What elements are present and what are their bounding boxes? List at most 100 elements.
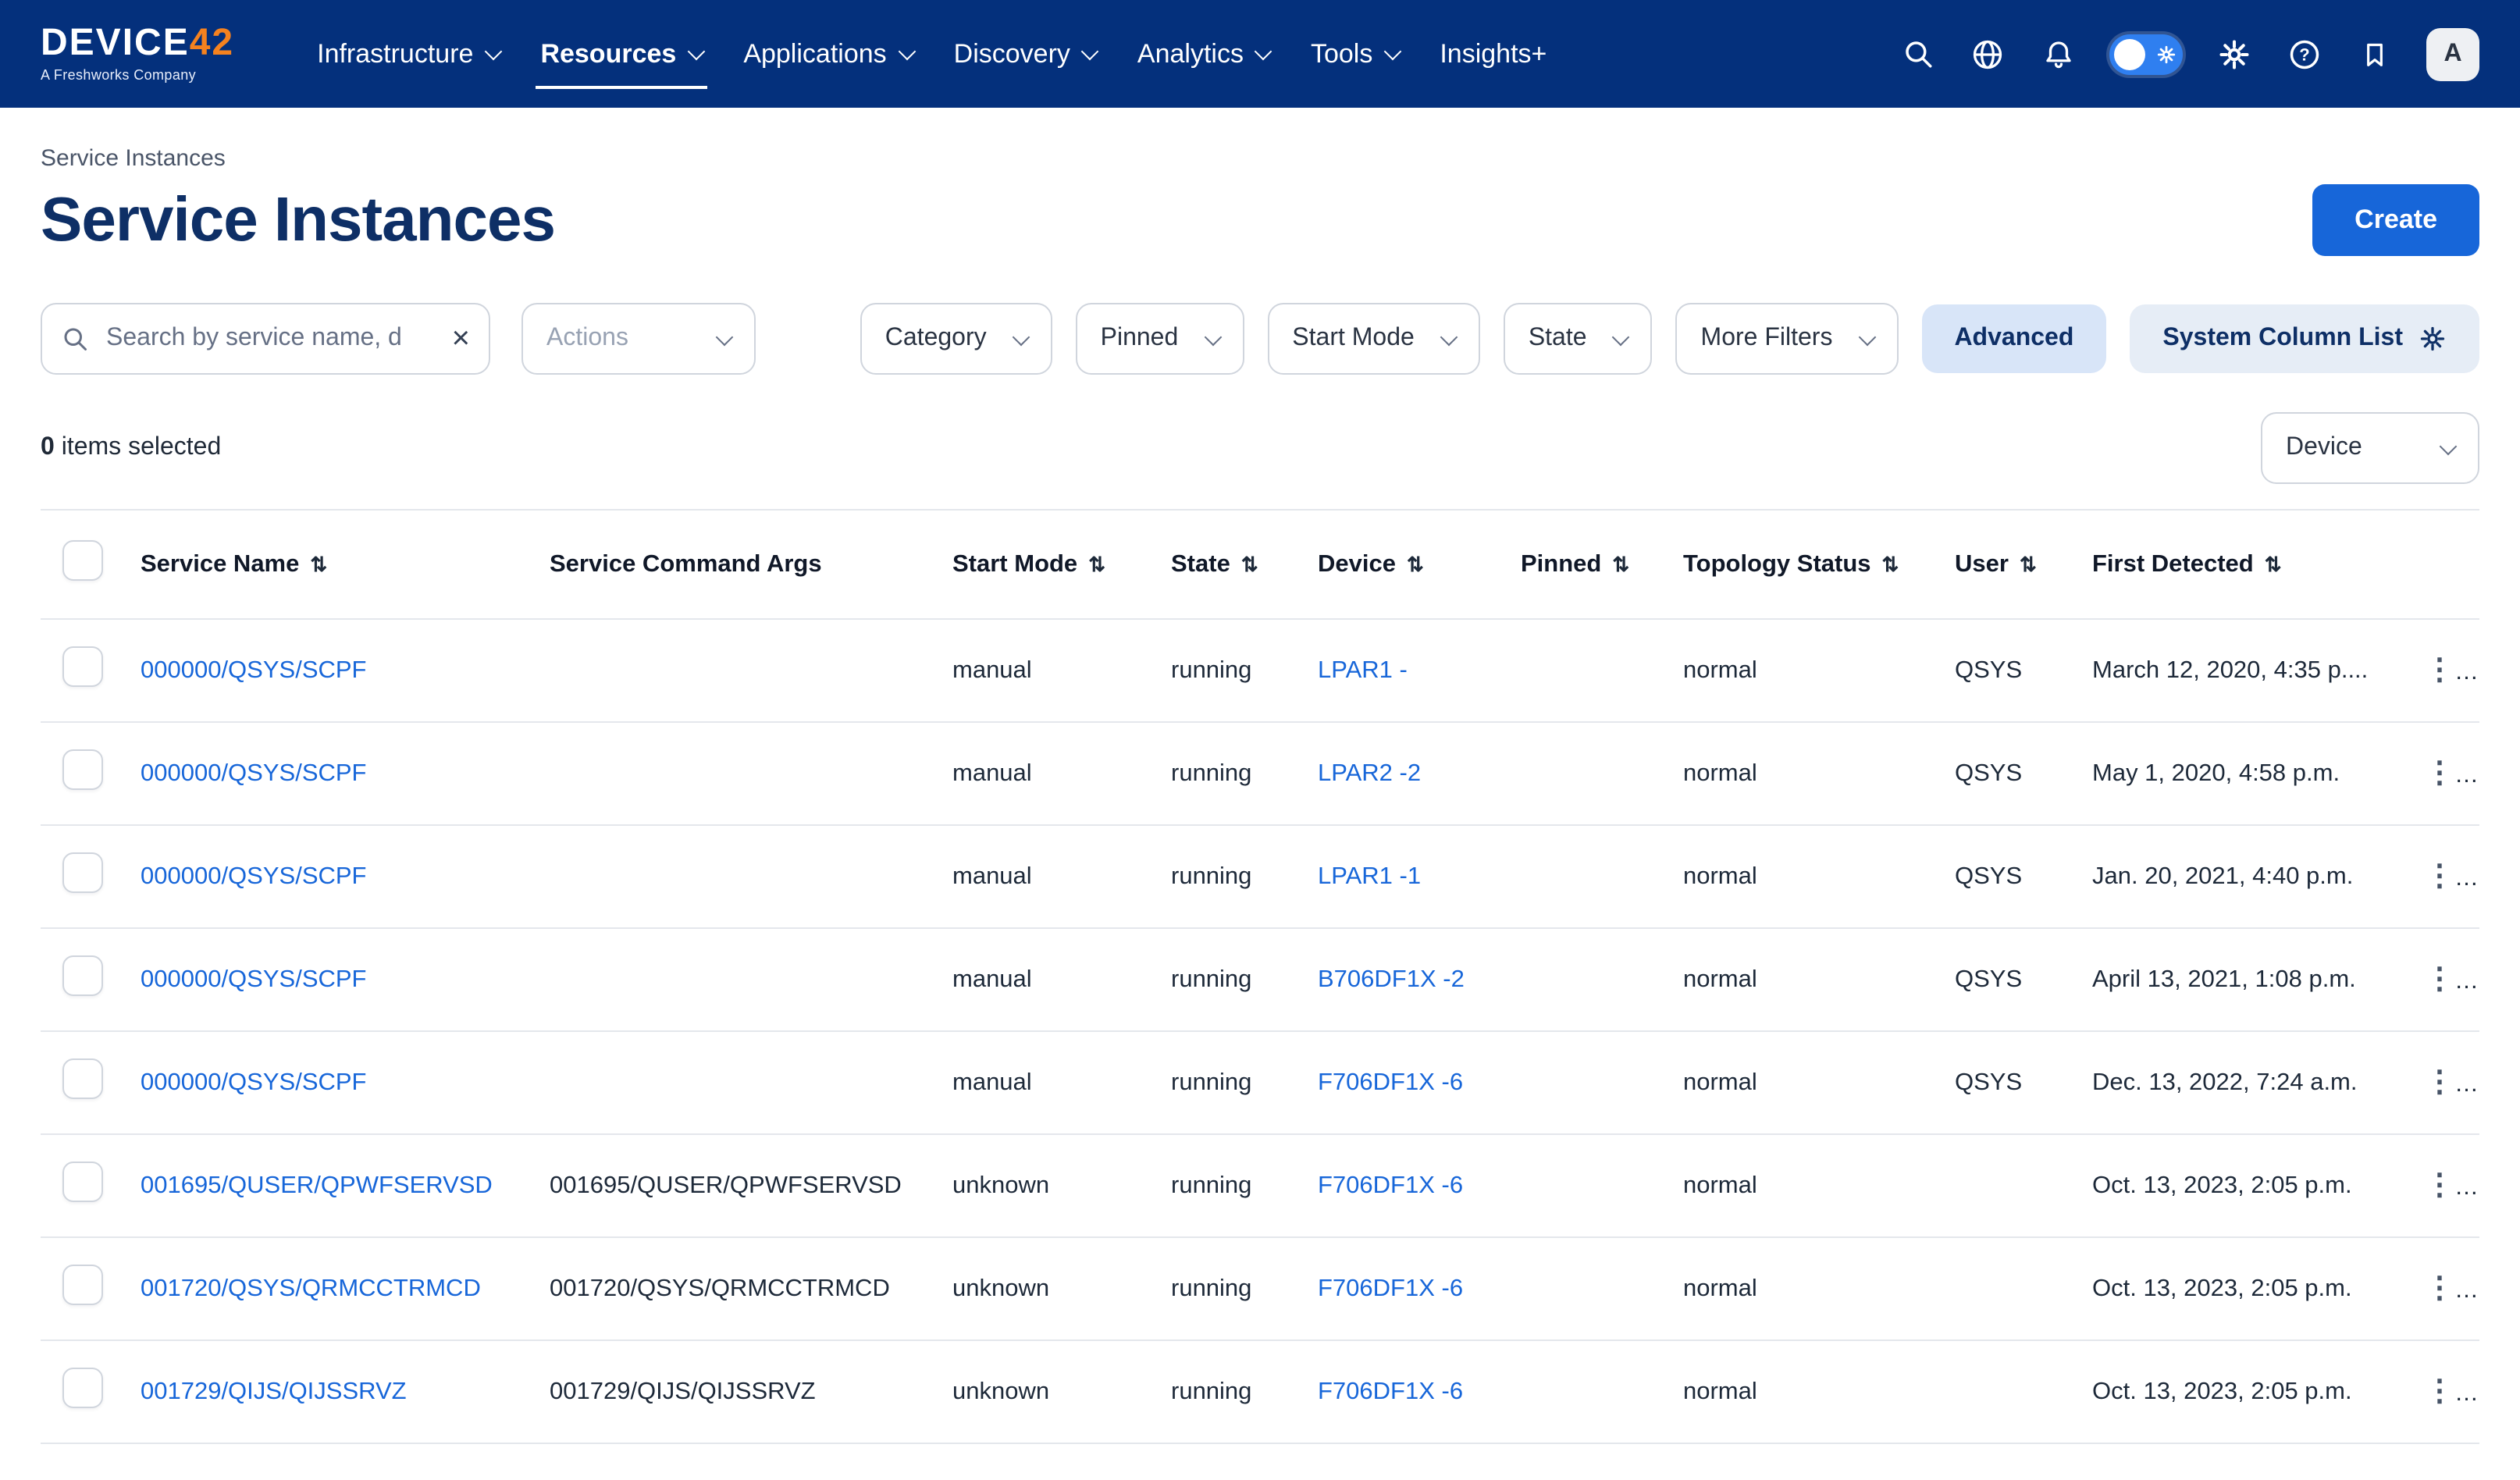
main-nav: Infrastructure Resources Applications Di…	[297, 0, 1567, 108]
table-row: 001695/QUSER/QPWFSERVSD 001695/QUSER/QPW…	[41, 1134, 2479, 1237]
table-row: 000000/QSYS/SCPF manual running LPAR2 -2…	[41, 722, 2479, 825]
service-name-link[interactable]: 000000/QSYS/SCPF	[141, 656, 367, 683]
row-checkbox[interactable]	[62, 852, 103, 893]
create-button[interactable]: Create	[2312, 184, 2479, 256]
help-icon[interactable]: ?	[2286, 35, 2323, 73]
sort-icon[interactable]: ⇅	[1088, 552, 1105, 575]
state-cell: running	[1159, 1237, 1305, 1340]
service-name-link[interactable]: 001695/QUSER/QPWFSERVSD	[141, 1172, 493, 1198]
device-link[interactable]: LPAR2 -2	[1318, 760, 1421, 786]
user-cell: QSYS	[1942, 1031, 2080, 1134]
state-cell: running	[1159, 825, 1305, 928]
search-box[interactable]: ×	[41, 303, 490, 375]
chevron-down-icon	[1858, 329, 1876, 347]
col-first-detected: First Detected⇅	[2080, 510, 2404, 619]
service-name-link[interactable]: 000000/QSYS/SCPF	[141, 1069, 367, 1095]
row-menu-icon[interactable]: ⋮	[2417, 860, 2462, 893]
nav-insights[interactable]: Insights+	[1419, 0, 1567, 108]
device42-logo[interactable]: DEVICE42 A Freshworks Company	[41, 25, 234, 83]
filter-bar: × Actions Category Pinned Start Mode Sta…	[41, 303, 2479, 375]
sort-icon[interactable]: ⇅	[2020, 552, 2037, 575]
device-link[interactable]: F706DF1X -6	[1318, 1378, 1463, 1404]
topology-status-cell: normal	[1671, 619, 1942, 722]
topology-status-cell: normal	[1671, 722, 1942, 825]
nav-discovery[interactable]: Discovery	[934, 0, 1117, 108]
first-detected-cell: Oct. 13, 2023, 2:05 p.m.	[2080, 1340, 2404, 1443]
table-row: 001720/QSYS/QRMCCTRMCD 001720/QSYS/QRMCC…	[41, 1237, 2479, 1340]
device-link[interactable]: LPAR1 -	[1318, 656, 1408, 683]
device-link[interactable]: B706DF1X -2	[1318, 966, 1465, 992]
device-link[interactable]: F706DF1X -6	[1318, 1069, 1463, 1095]
device-link[interactable]: LPAR1 -1	[1318, 863, 1421, 889]
bell-icon[interactable]	[2039, 35, 2077, 73]
service-name-link[interactable]: 001729/QIJS/QIJSSRVZ	[141, 1378, 407, 1404]
selection-count: 0 items selected	[41, 434, 221, 462]
first-detected-cell: April 13, 2021, 1:08 p.m.	[2080, 928, 2404, 1031]
state-cell: running	[1159, 619, 1305, 722]
gear-icon[interactable]	[2216, 35, 2253, 73]
row-menu-icon[interactable]: ⋮	[2417, 963, 2462, 996]
row-menu-icon[interactable]: ⋮	[2417, 757, 2462, 790]
category-dropdown[interactable]: Category	[860, 303, 1052, 375]
service-instances-table: Service Name⇅ Service Command Args Start…	[41, 509, 2479, 1444]
actions-dropdown[interactable]: Actions	[521, 303, 756, 375]
service-name-link[interactable]: 000000/QSYS/SCPF	[141, 760, 367, 786]
pinned-cell	[1508, 1134, 1671, 1237]
search-icon[interactable]	[1899, 35, 1936, 73]
row-menu-icon[interactable]: ⋮	[2417, 1272, 2462, 1305]
start-mode-dropdown[interactable]: Start Mode	[1267, 303, 1480, 375]
device-link[interactable]: F706DF1X -6	[1318, 1172, 1463, 1198]
topology-status-cell: normal	[1671, 1031, 1942, 1134]
sort-icon[interactable]: ⇅	[1882, 552, 1899, 575]
select-all-checkbox[interactable]	[62, 540, 103, 581]
nav-analytics[interactable]: Analytics	[1117, 0, 1290, 108]
service-name-link[interactable]: 000000/QSYS/SCPF	[141, 966, 367, 992]
row-checkbox[interactable]	[62, 1058, 103, 1099]
device-selector-dropdown[interactable]: Device	[2261, 412, 2479, 484]
title-row: Service Instances Create	[41, 184, 2479, 256]
more-filters-dropdown[interactable]: More Filters	[1676, 303, 1899, 375]
service-name-link[interactable]: 000000/QSYS/SCPF	[141, 863, 367, 889]
state-dropdown[interactable]: State	[1504, 303, 1653, 375]
nav-tools[interactable]: Tools	[1290, 0, 1419, 108]
sort-icon[interactable]: ⇅	[1612, 552, 1629, 575]
row-menu-icon[interactable]: ⋮	[2417, 1169, 2462, 1202]
user-avatar[interactable]: A	[2426, 27, 2479, 80]
nav-infrastructure[interactable]: Infrastructure	[297, 0, 520, 108]
advanced-button[interactable]: Advanced	[1921, 304, 2106, 373]
start-mode-cell: unknown	[940, 1340, 1159, 1443]
search-input[interactable]	[103, 323, 438, 354]
sort-icon[interactable]: ⇅	[2265, 552, 2282, 575]
row-checkbox[interactable]	[62, 646, 103, 687]
command-args-cell: 001695/QUSER/QPWFSERVSD	[537, 1134, 940, 1237]
row-menu-icon[interactable]: ⋮	[2417, 654, 2462, 687]
chevron-down-icon	[716, 329, 734, 347]
row-checkbox[interactable]	[62, 749, 103, 790]
row-checkbox[interactable]	[62, 1368, 103, 1408]
state-cell: running	[1159, 1031, 1305, 1134]
service-name-link[interactable]: 001720/QSYS/QRMCCTRMCD	[141, 1275, 481, 1301]
row-checkbox[interactable]	[62, 1265, 103, 1305]
pinned-dropdown[interactable]: Pinned	[1076, 303, 1244, 375]
nav-resources[interactable]: Resources	[520, 0, 723, 108]
nav-applications[interactable]: Applications	[723, 0, 933, 108]
row-checkbox[interactable]	[62, 1162, 103, 1202]
bookmark-icon[interactable]	[2356, 35, 2394, 73]
row-menu-icon[interactable]: ⋮	[2417, 1375, 2462, 1408]
device-link[interactable]: F706DF1X -6	[1318, 1275, 1463, 1301]
sort-icon[interactable]: ⇅	[1241, 552, 1258, 575]
row-checkbox[interactable]	[62, 955, 103, 996]
pinned-cell	[1508, 928, 1671, 1031]
first-detected-cell: May 1, 2020, 4:58 p.m.	[2080, 722, 2404, 825]
first-detected-cell: March 12, 2020, 4:35 p....	[2080, 619, 2404, 722]
sort-icon[interactable]: ⇅	[310, 552, 327, 575]
globe-icon[interactable]	[1969, 35, 2006, 73]
col-service-name: Service Name⇅	[128, 510, 537, 619]
sort-icon[interactable]: ⇅	[1407, 552, 1424, 575]
theme-toggle[interactable]	[2109, 34, 2183, 74]
logo-subtitle: A Freshworks Company	[41, 69, 234, 83]
breadcrumb[interactable]: Service Instances	[41, 145, 2479, 172]
row-menu-icon[interactable]: ⋮	[2417, 1066, 2462, 1099]
clear-search-icon[interactable]: ×	[452, 323, 470, 354]
system-column-list-button[interactable]: System Column List	[2130, 304, 2479, 373]
